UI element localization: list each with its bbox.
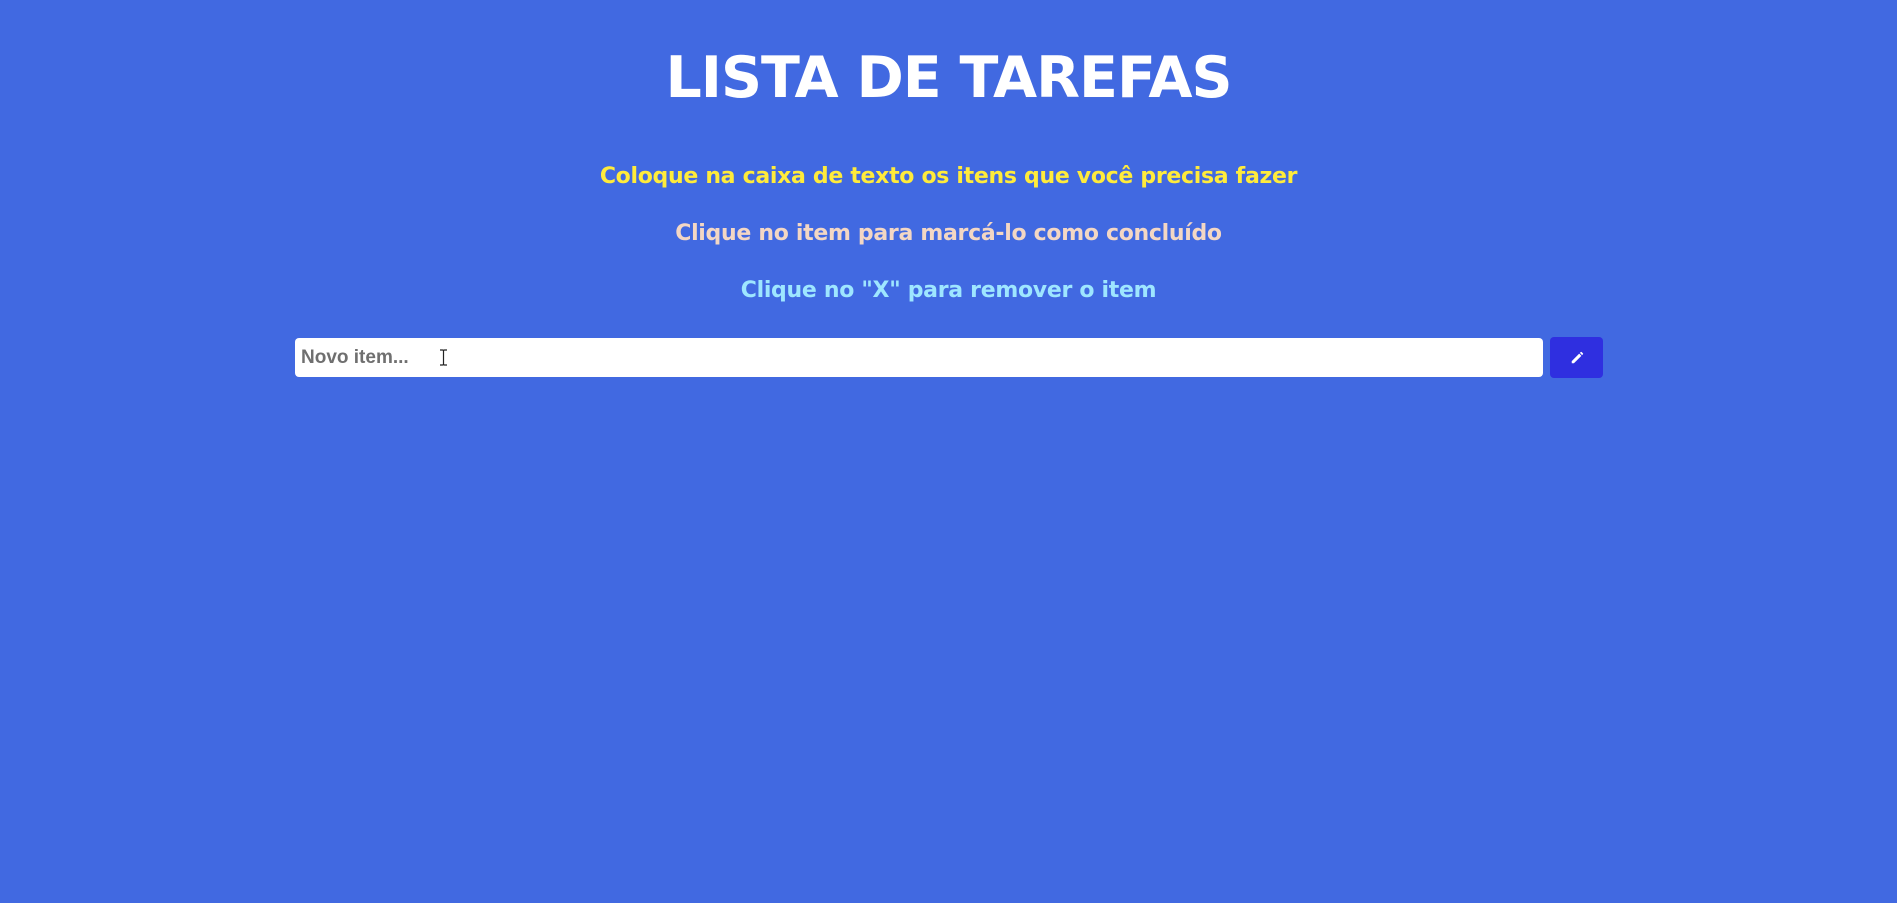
pencil-icon [1571,351,1583,363]
instruction-mark-done: Clique no item para marcá-lo como conclu… [675,221,1222,246]
new-item-input[interactable] [295,338,1543,377]
add-item-button[interactable] [1550,337,1603,378]
instruction-remove-item: Clique no "X" para remover o item [740,278,1157,303]
instruction-add-items: Coloque na caixa de texto os itens que v… [599,164,1298,189]
page-title: LISTA DE TAREFAS [665,45,1232,111]
new-item-form [295,337,1603,378]
text-cursor-icon [440,349,447,366]
